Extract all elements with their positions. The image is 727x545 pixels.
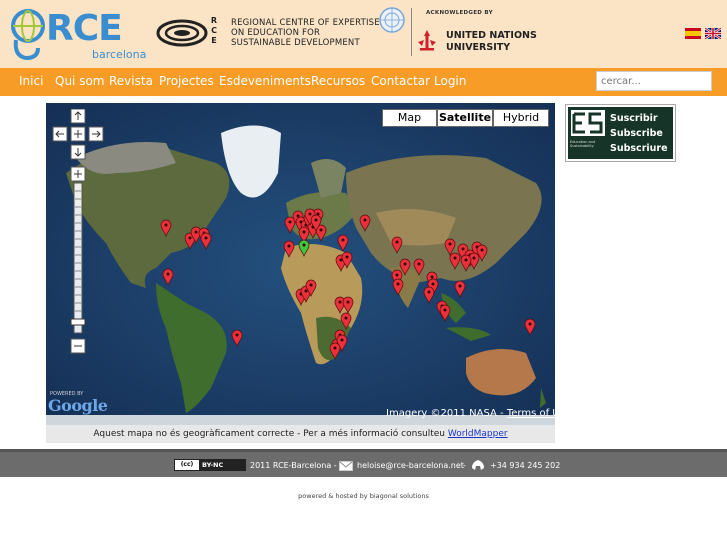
subscribe-panel: Education and Sustainability Suscribir S… bbox=[568, 107, 673, 159]
map-marker[interactable] bbox=[359, 214, 371, 232]
email-link[interactable]: heloise@rce-barcelona.net bbox=[357, 461, 464, 470]
footer-separator: - bbox=[463, 461, 466, 470]
rce-vertical-label: R C E bbox=[210, 16, 218, 46]
centre-line: ON EDUCATION FOR bbox=[231, 28, 321, 38]
map-marker[interactable] bbox=[283, 240, 295, 258]
subscribe-ca[interactable]: Subscriure bbox=[610, 143, 668, 154]
es-tagline: Education and Sustainability bbox=[570, 140, 596, 148]
mail-icon bbox=[339, 461, 353, 471]
map-type-satellite-button[interactable]: Satellite bbox=[437, 109, 493, 127]
world-map[interactable]: Map Satellite Hybrid POWERED BY Google I… bbox=[46, 103, 555, 425]
cc-license-badge[interactable]: (cc) BY-NC bbox=[174, 459, 246, 471]
map-marker[interactable] bbox=[423, 286, 435, 304]
es-logo-icon bbox=[571, 110, 605, 136]
copyright-text: 2011 RCE-Barcelona - bbox=[250, 461, 337, 470]
subscribe-en[interactable]: Subscribe bbox=[610, 128, 663, 139]
map-marker[interactable] bbox=[329, 342, 341, 360]
nav-item-login[interactable]: Login bbox=[434, 74, 466, 88]
pan-center-button[interactable] bbox=[70, 126, 86, 142]
rce-letter: E bbox=[211, 36, 217, 45]
map-caption: Aquest mapa no és geogràficament correct… bbox=[46, 425, 555, 443]
nav-item-recursos[interactable]: Recursos bbox=[311, 74, 365, 88]
map-marker[interactable] bbox=[460, 254, 472, 272]
map-navigation-control bbox=[52, 109, 104, 354]
acknowledged-label: ACKNOWLEDGED BY bbox=[426, 10, 493, 16]
map-marker[interactable] bbox=[200, 232, 212, 250]
logo-subtitle: barcelona bbox=[92, 48, 147, 61]
subscribe-es[interactable]: Suscribir bbox=[610, 113, 658, 124]
pan-down-button[interactable] bbox=[70, 144, 86, 160]
map-marker[interactable] bbox=[454, 280, 466, 298]
map-marker[interactable] bbox=[439, 304, 451, 322]
map-marker[interactable] bbox=[231, 329, 243, 347]
map-marker[interactable] bbox=[444, 238, 456, 256]
map-marker[interactable] bbox=[160, 219, 172, 237]
caption-text: Aquest mapa no és geogràficament correct… bbox=[93, 429, 448, 439]
footer: (cc) BY-NC 2011 RCE-Barcelona - heloise@… bbox=[0, 449, 727, 477]
rce-letter: R bbox=[210, 16, 218, 25]
un-emblem-icon bbox=[379, 7, 405, 33]
map-marker[interactable] bbox=[298, 239, 310, 257]
zoom-in-button[interactable] bbox=[70, 166, 86, 182]
imagery-text: Imagery ©2011 NASA - bbox=[386, 408, 507, 419]
map-marker[interactable] bbox=[413, 258, 425, 276]
divider bbox=[411, 8, 412, 56]
centre-description: REGIONAL CENTRE OF EXPERTISE ON EDUCATIO… bbox=[231, 18, 380, 48]
flag-es-icon[interactable] bbox=[685, 28, 701, 39]
nav-item-qui-som[interactable]: Qui som bbox=[55, 74, 104, 88]
map-marker[interactable] bbox=[524, 318, 536, 336]
nav-item-contactar[interactable]: Contactar bbox=[371, 74, 430, 88]
powered-by-footer[interactable]: powered & hosted by biagonal solutions bbox=[0, 492, 727, 500]
centre-line: REGIONAL CENTRE OF EXPERTISE bbox=[231, 18, 380, 28]
map-marker[interactable] bbox=[392, 278, 404, 296]
search-input[interactable] bbox=[596, 71, 712, 91]
unu-line: UNIVERSITY bbox=[446, 42, 511, 53]
map-type-hybrid-button[interactable]: Hybrid bbox=[493, 109, 549, 127]
nav-item-inici[interactable]: Inici bbox=[19, 74, 43, 88]
pan-right-button[interactable] bbox=[88, 126, 104, 142]
map-marker[interactable] bbox=[342, 296, 354, 314]
logo-title: RCE bbox=[46, 8, 123, 49]
cc-icon: (cc) bbox=[180, 461, 194, 468]
zoom-out-button[interactable] bbox=[70, 338, 86, 354]
pan-up-button[interactable] bbox=[70, 109, 86, 124]
rce-letter: C bbox=[211, 26, 217, 35]
terms-of-use-link[interactable]: Terms of Use bbox=[507, 408, 555, 419]
zoom-slider-handle[interactable] bbox=[70, 318, 86, 326]
header: RCE barcelona R C E REGIONAL CENTRE OF E… bbox=[0, 0, 727, 68]
worldmapper-link[interactable]: WorldMapper bbox=[448, 429, 508, 439]
pan-left-button[interactable] bbox=[52, 126, 68, 142]
centre-line: SUSTAINABLE DEVELOPMENT bbox=[231, 38, 360, 48]
unu-logo-icon[interactable] bbox=[414, 28, 440, 52]
map-marker[interactable] bbox=[449, 252, 461, 270]
phone-icon bbox=[472, 460, 484, 470]
nav-item-esdeveniments[interactable]: Esdeveniments bbox=[219, 74, 311, 88]
imagery-attribution: Imagery ©2011 NASA - Terms of Use bbox=[386, 408, 555, 419]
phone-number: +34 934 245 202 bbox=[490, 461, 561, 470]
google-logo[interactable]: Google bbox=[48, 396, 108, 415]
unu-name: UNITED NATIONS UNIVERSITY bbox=[446, 30, 537, 54]
map-marker[interactable] bbox=[340, 312, 352, 330]
map-marker[interactable] bbox=[162, 268, 174, 286]
flag-uk-icon[interactable] bbox=[705, 28, 721, 39]
marker-layer bbox=[160, 208, 536, 360]
map-marker[interactable] bbox=[337, 234, 349, 252]
map-type-map-button[interactable]: Map bbox=[382, 109, 437, 127]
subscribe-banner[interactable]: Education and Sustainability Suscribir S… bbox=[565, 104, 676, 162]
unu-line: UNITED NATIONS bbox=[446, 30, 537, 41]
map-marker[interactable] bbox=[391, 236, 403, 254]
nav-item-projectes[interactable]: Projectes bbox=[159, 74, 214, 88]
zoom-slider[interactable] bbox=[70, 182, 86, 334]
nav-item-revista[interactable]: Revista bbox=[109, 74, 153, 88]
license-label: BY-NC bbox=[199, 460, 245, 470]
globe-icon bbox=[11, 9, 45, 61]
